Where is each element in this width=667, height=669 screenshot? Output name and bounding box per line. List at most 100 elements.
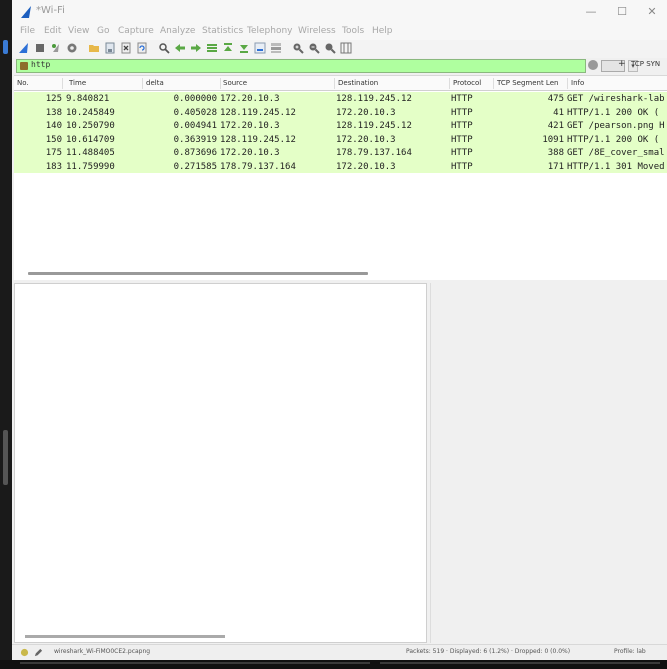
packet-list[interactable]: No. Time delta Source Destination Protoc… xyxy=(14,75,667,280)
desktop-left-edge xyxy=(0,0,12,669)
cell-no: 138 xyxy=(45,107,62,118)
resize-columns-icon[interactable] xyxy=(340,42,352,54)
column-destination[interactable]: Destination xyxy=(338,79,378,87)
menu-tools[interactable]: Tools xyxy=(342,26,364,36)
go-back-icon[interactable] xyxy=(174,42,186,54)
cell-info: HTTP/1.1 200 OK ( xyxy=(567,134,660,145)
cell-time: 11.759990 xyxy=(66,161,115,172)
column-separator[interactable] xyxy=(493,78,494,89)
menu-file[interactable]: File xyxy=(20,26,35,36)
cell-info: HTTP/1.1 200 OK ( xyxy=(567,107,660,118)
wireshark-fin-icon xyxy=(21,6,31,18)
menu-view[interactable]: View xyxy=(68,26,89,36)
menu-capture[interactable]: Capture xyxy=(118,26,154,36)
column-separator[interactable] xyxy=(62,78,63,89)
cell-protocol: HTTP xyxy=(451,94,473,104)
menu-wireless[interactable]: Wireless xyxy=(298,26,336,36)
zoom-in-icon[interactable] xyxy=(292,42,304,54)
cell-destination: 128.119.245.12 xyxy=(336,121,412,131)
packet-details-pane[interactable] xyxy=(14,283,427,643)
column-source[interactable]: Source xyxy=(223,79,247,87)
edit-comment-icon[interactable] xyxy=(34,648,43,657)
profile-status[interactable]: Profile: lab xyxy=(614,648,646,655)
column-protocol[interactable]: Protocol xyxy=(453,79,481,87)
clear-filter-icon[interactable] xyxy=(588,60,598,70)
open-folder-icon[interactable] xyxy=(88,42,100,54)
column-separator[interactable] xyxy=(449,78,450,89)
cell-source: 172.20.10.3 xyxy=(220,121,280,131)
expert-info-icon[interactable] xyxy=(20,648,29,657)
cell-info: GET /8E_cover_smal xyxy=(567,148,665,158)
cell-delta: 0.405028 xyxy=(173,107,217,118)
cell-source: 178.79.137.164 xyxy=(220,161,296,172)
column-separator[interactable] xyxy=(220,78,221,89)
menu-bar: File Edit View Go Capture Analyze Statis… xyxy=(12,24,667,40)
packet-row[interactable]: 175 11.488405 0.873696 172.20.10.3 178.7… xyxy=(14,146,667,160)
stop-icon[interactable] xyxy=(34,42,46,54)
cell-delta: 0.363919 xyxy=(173,134,217,145)
filter-bookmark-icon[interactable] xyxy=(20,62,28,70)
go-forward-icon[interactable] xyxy=(190,42,202,54)
zoom-out-icon[interactable] xyxy=(308,42,320,54)
cell-no: 140 xyxy=(45,121,62,131)
find-packet-icon[interactable] xyxy=(158,42,170,54)
packet-list-horizontal-scrollbar[interactable] xyxy=(28,272,368,275)
column-delta[interactable]: delta xyxy=(146,79,164,87)
cell-no: 183 xyxy=(45,161,62,172)
taskbar-blue-mark xyxy=(3,40,8,54)
cell-time: 10.614709 xyxy=(66,134,115,145)
packet-row[interactable]: 125 9.840821 0.000000 172.20.10.3 128.11… xyxy=(14,92,667,106)
filter-text: http xyxy=(31,60,51,69)
options-gear-icon[interactable] xyxy=(66,42,78,54)
go-first-icon[interactable] xyxy=(222,42,234,54)
go-to-packet-icon[interactable] xyxy=(206,42,218,54)
column-no[interactable]: No. xyxy=(17,79,29,87)
packet-row[interactable]: 138 10.245849 0.405028 128.119.245.12 17… xyxy=(14,105,667,119)
column-info[interactable]: Info xyxy=(571,79,584,87)
display-filter-input[interactable]: http xyxy=(16,59,586,73)
cell-delta: 0.000000 xyxy=(173,94,217,104)
packet-bytes-pane[interactable] xyxy=(430,283,667,643)
menu-help[interactable]: Help xyxy=(372,26,393,36)
cell-seglen: 1091 xyxy=(542,134,564,145)
column-tcp-segment-len[interactable]: TCP Segment Len xyxy=(497,79,558,87)
shark-fin-start-icon[interactable] xyxy=(18,42,30,54)
cell-time: 9.840821 xyxy=(66,94,110,104)
packet-row[interactable]: 150 10.614709 0.363919 128.119.245.12 17… xyxy=(14,132,667,146)
go-last-icon[interactable] xyxy=(238,42,250,54)
cell-info: GET /pearson.png H xyxy=(567,121,665,131)
column-separator[interactable] xyxy=(142,78,143,89)
zoom-normal-icon[interactable] xyxy=(324,42,336,54)
capture-file-name: wireshark_Wi-FiMO0CE2.pcapng xyxy=(54,648,151,655)
autoscroll-icon[interactable] xyxy=(254,42,266,54)
cell-delta: 0.271585 xyxy=(173,161,217,172)
menu-edit[interactable]: Edit xyxy=(44,26,61,36)
close-button[interactable]: ✕ xyxy=(639,4,665,20)
reload-icon[interactable] xyxy=(136,42,148,54)
column-time[interactable]: Time xyxy=(69,79,86,87)
column-separator[interactable] xyxy=(567,78,568,89)
cell-destination: 178.79.137.164 xyxy=(336,148,412,158)
packet-row[interactable]: 183 11.759990 0.271585 178.79.137.164 17… xyxy=(14,159,667,173)
main-toolbar xyxy=(12,40,667,58)
menu-statistics[interactable]: Statistics xyxy=(202,26,243,36)
add-filter-button[interactable]: + xyxy=(618,59,626,69)
cell-source: 128.119.245.12 xyxy=(220,107,296,118)
menu-analyze[interactable]: Analyze xyxy=(160,26,195,36)
tcp-syn-filter-button[interactable]: TCP SYN xyxy=(631,60,660,68)
details-horizontal-scrollbar[interactable] xyxy=(25,635,225,638)
menu-telephony[interactable]: Telephony xyxy=(247,26,293,36)
maximize-button[interactable]: ☐ xyxy=(609,4,635,20)
menu-go[interactable]: Go xyxy=(97,26,109,36)
packet-row[interactable]: 140 10.250790 0.004941 172.20.10.3 128.1… xyxy=(14,119,667,133)
save-file-icon[interactable] xyxy=(104,42,116,54)
cell-source: 172.20.10.3 xyxy=(220,94,280,104)
colorize-icon[interactable] xyxy=(270,42,282,54)
taskbar-line xyxy=(380,662,660,664)
cell-seglen: 475 xyxy=(547,94,564,104)
desktop-bottom-edge xyxy=(0,660,667,669)
restart-icon[interactable] xyxy=(50,42,62,54)
minimize-button[interactable]: — xyxy=(578,4,604,20)
column-separator[interactable] xyxy=(334,78,335,89)
close-file-icon[interactable] xyxy=(120,42,132,54)
